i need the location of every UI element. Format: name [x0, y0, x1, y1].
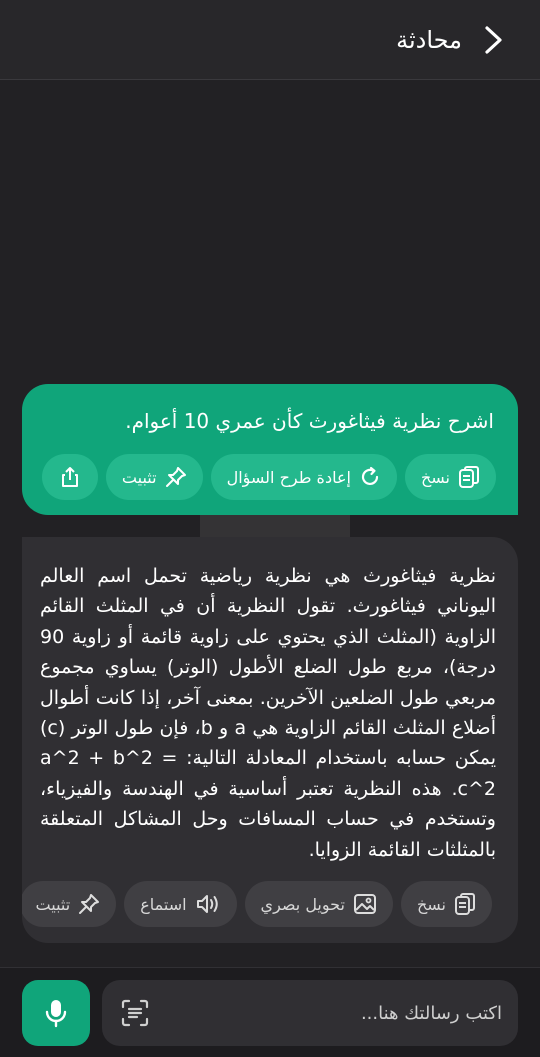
user-message-text: اشرح نظرية فيثاغورث كأن عمري 10 أعوام.: [125, 409, 494, 433]
assistant-message-text: نظرية فيثاغورث هي نظرية رياضية تحمل اسم …: [40, 565, 496, 861]
copy-button[interactable]: نسخ: [404, 454, 496, 500]
microphone-icon: [45, 1000, 67, 1028]
copy-label: نسخ: [420, 467, 450, 487]
copy-button[interactable]: نسخ: [400, 881, 492, 927]
pin-button[interactable]: تثبيت: [105, 454, 203, 500]
speaker-icon: [196, 895, 218, 913]
share-icon: [61, 467, 78, 487]
pin-icon: [79, 894, 100, 914]
pin-label: تثبيت: [35, 894, 71, 914]
pin-label: تثبيت: [121, 467, 157, 487]
share-button[interactable]: [41, 454, 98, 500]
user-message-bubble: اشرح نظرية فيثاغورث كأن عمري 10 أعوام. ن…: [22, 384, 518, 515]
pin-icon: [165, 467, 186, 487]
copy-icon: [459, 466, 479, 488]
back-button[interactable]: [476, 22, 512, 58]
page-title: محادثة: [396, 26, 462, 54]
assistant-message-bubble: نظرية فيثاغورث هي نظرية رياضية تحمل اسم …: [22, 537, 518, 943]
assistant-message-actions: نسخ تحويل بصري استماع تثبيت: [22, 881, 492, 927]
regenerate-question-button[interactable]: إعادة طرح السؤال: [210, 454, 397, 500]
refresh-icon: [361, 466, 379, 486]
message-input-container: [102, 980, 518, 1046]
listen-button[interactable]: استماع: [124, 881, 237, 927]
scan-text-icon: [121, 999, 149, 1027]
message-input[interactable]: [172, 980, 502, 1046]
composer-bar: [0, 967, 540, 1057]
visual-convert-label: تحويل بصري: [260, 894, 345, 914]
scan-text-button[interactable]: [118, 996, 152, 1030]
chevron-right-icon: [485, 26, 502, 54]
microphone-button[interactable]: [22, 980, 90, 1046]
top-bar: محادثة: [0, 0, 540, 80]
visual-convert-button[interactable]: تحويل بصري: [244, 881, 393, 927]
listen-label: استماع: [140, 894, 187, 914]
copy-label: نسخ: [416, 894, 446, 914]
pin-button[interactable]: تثبيت: [22, 881, 117, 927]
regenerate-label: إعادة طرح السؤال: [226, 467, 351, 487]
copy-icon: [455, 893, 475, 915]
user-message-actions: نسخ إعادة طرح السؤال تثبيت: [41, 454, 496, 500]
image-icon: [353, 894, 376, 914]
